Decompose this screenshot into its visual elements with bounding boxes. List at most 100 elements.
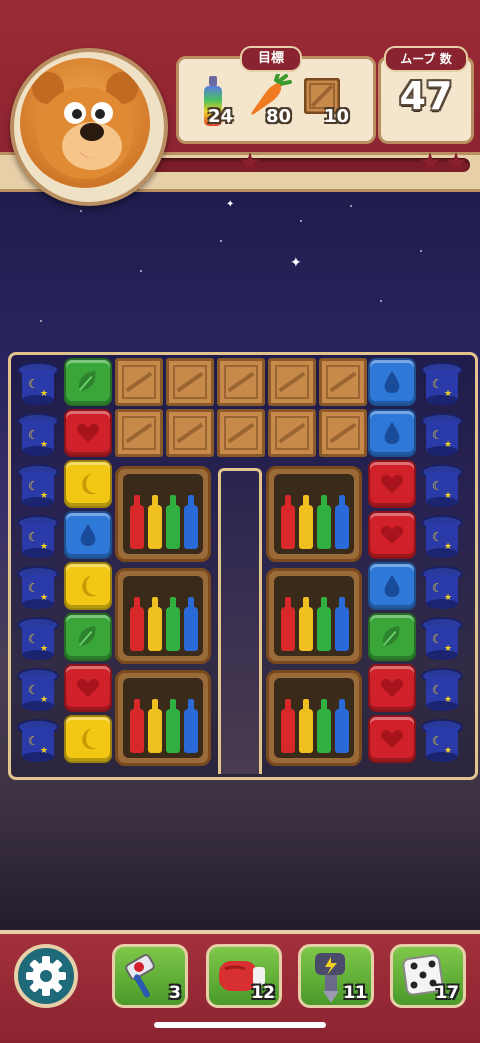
magic-hat-icon: ☾★ xyxy=(17,464,59,507)
wooden-crate-blocker xyxy=(115,358,163,406)
magic-hat-blocker: ☾ ★ xyxy=(14,562,62,610)
bottle-icon xyxy=(130,699,144,753)
magic-hat-blocker: ☾ ★ xyxy=(418,460,466,508)
progress-star-icon: ★ xyxy=(444,148,468,178)
svg-text:★: ★ xyxy=(444,542,452,552)
svg-text:☾: ☾ xyxy=(432,581,443,595)
progress-star-icon: ★ xyxy=(238,148,262,178)
magic-hat-icon: ☾★ xyxy=(17,515,59,558)
svg-text:★: ★ xyxy=(444,389,452,399)
bottle-icon xyxy=(148,699,162,753)
wooden-crate-blocker xyxy=(166,409,214,457)
right-column-tile[interactable] xyxy=(368,664,416,712)
left-column-tile[interactable] xyxy=(64,562,112,610)
goal-bottle-count: 24 xyxy=(208,106,234,127)
bottle-icon xyxy=(166,597,180,651)
right-column-tile[interactable] xyxy=(368,562,416,610)
bottle-icon xyxy=(281,699,295,753)
bottle-crate-blocker xyxy=(115,466,211,562)
dice-booster-button[interactable]: 17 xyxy=(390,944,466,1008)
magic-hat-blocker: ☾ ★ xyxy=(14,358,62,406)
right-column-tile[interactable] xyxy=(368,613,416,661)
gear-icon xyxy=(26,956,66,996)
magic-hat-icon: ☾★ xyxy=(421,668,463,711)
blue-symbol-icon xyxy=(80,524,96,546)
svg-text:☾: ☾ xyxy=(432,683,443,697)
dice-count: 17 xyxy=(435,983,459,1003)
yellow-symbol-icon xyxy=(82,728,98,750)
bottle-icon xyxy=(130,495,144,549)
magic-hat-blocker: ☾ ★ xyxy=(418,511,466,559)
right-column-tile[interactable] xyxy=(368,358,416,406)
moves-remaining: 47 xyxy=(399,74,453,118)
bottle-icon xyxy=(317,597,331,651)
settings-button[interactable] xyxy=(14,944,78,1008)
bottle-crate-blocker xyxy=(266,568,362,664)
moves-label: ムーブ 数 xyxy=(384,46,468,72)
svg-text:★: ★ xyxy=(40,746,48,756)
blue-symbol-icon xyxy=(384,371,400,393)
svg-text:★: ★ xyxy=(444,695,452,705)
hammer-booster-button[interactable]: 3 xyxy=(112,944,188,1008)
bottle-crate-blocker xyxy=(115,670,211,766)
bottle-icon xyxy=(317,495,331,549)
magic-hat-icon: ☾★ xyxy=(421,413,463,456)
progress-star-icon: ★ xyxy=(418,148,442,178)
svg-text:☾: ☾ xyxy=(28,530,39,544)
bottle-icon xyxy=(281,495,295,549)
green-symbol-icon xyxy=(78,626,96,647)
svg-text:★: ★ xyxy=(40,542,48,552)
red-symbol-icon xyxy=(381,525,403,545)
red-symbol-icon xyxy=(77,678,99,698)
magic-hat-icon: ☾★ xyxy=(421,362,463,405)
magic-hat-blocker: ☾ ★ xyxy=(14,409,62,457)
blue-symbol-icon xyxy=(384,575,400,597)
left-column-tile[interactable] xyxy=(64,460,112,508)
svg-text:★: ★ xyxy=(40,644,48,654)
magic-hat-icon: ☾★ xyxy=(17,719,59,762)
svg-text:☾: ☾ xyxy=(28,377,39,391)
blue-symbol-icon xyxy=(384,422,400,444)
left-column-tile[interactable] xyxy=(64,409,112,457)
bottle-icon xyxy=(166,495,180,549)
goal-carrot: 80 xyxy=(248,72,308,130)
green-symbol-icon xyxy=(382,626,400,647)
left-column-tile[interactable] xyxy=(64,358,112,406)
magic-hat-blocker: ☾ ★ xyxy=(14,664,62,712)
svg-text:★: ★ xyxy=(444,746,452,756)
svg-text:☾: ☾ xyxy=(432,428,443,442)
wooden-crate-blocker xyxy=(115,409,163,457)
hammer-icon xyxy=(125,954,155,998)
svg-text:★: ★ xyxy=(40,389,48,399)
svg-text:★: ★ xyxy=(444,593,452,603)
left-column-tile[interactable] xyxy=(64,511,112,559)
svg-text:☾: ☾ xyxy=(432,530,443,544)
green-symbol-icon xyxy=(78,371,96,392)
svg-text:☾: ☾ xyxy=(432,734,443,748)
magic-hat-icon: ☾★ xyxy=(421,464,463,507)
svg-text:★: ★ xyxy=(40,593,48,603)
boxing-glove-booster-button[interactable]: 12 xyxy=(206,944,282,1008)
drill-booster-button[interactable]: 11 xyxy=(298,944,374,1008)
svg-text:☾: ☾ xyxy=(28,581,39,595)
right-column-tile[interactable] xyxy=(368,409,416,457)
bottle-icon xyxy=(148,495,162,549)
svg-text:☾: ☾ xyxy=(28,428,39,442)
drill-count: 11 xyxy=(343,983,367,1003)
red-symbol-icon xyxy=(77,423,99,443)
right-column-tile[interactable] xyxy=(368,511,416,559)
yellow-symbol-icon xyxy=(82,575,98,597)
magic-hat-icon: ☾★ xyxy=(17,566,59,609)
right-column-tile[interactable] xyxy=(368,715,416,763)
left-column-tile[interactable] xyxy=(64,664,112,712)
bottle-icon xyxy=(299,495,313,549)
right-column-tile[interactable] xyxy=(368,460,416,508)
yellow-symbol-icon xyxy=(82,473,98,495)
left-column-tile[interactable] xyxy=(64,613,112,661)
left-column-tile[interactable] xyxy=(64,715,112,763)
bottle-crate-blocker xyxy=(266,670,362,766)
goal-label: 目標 xyxy=(240,46,302,72)
wooden-crate-blocker xyxy=(217,409,265,457)
magic-hat-blocker: ☾ ★ xyxy=(418,562,466,610)
bottle-crate-blocker xyxy=(266,466,362,562)
